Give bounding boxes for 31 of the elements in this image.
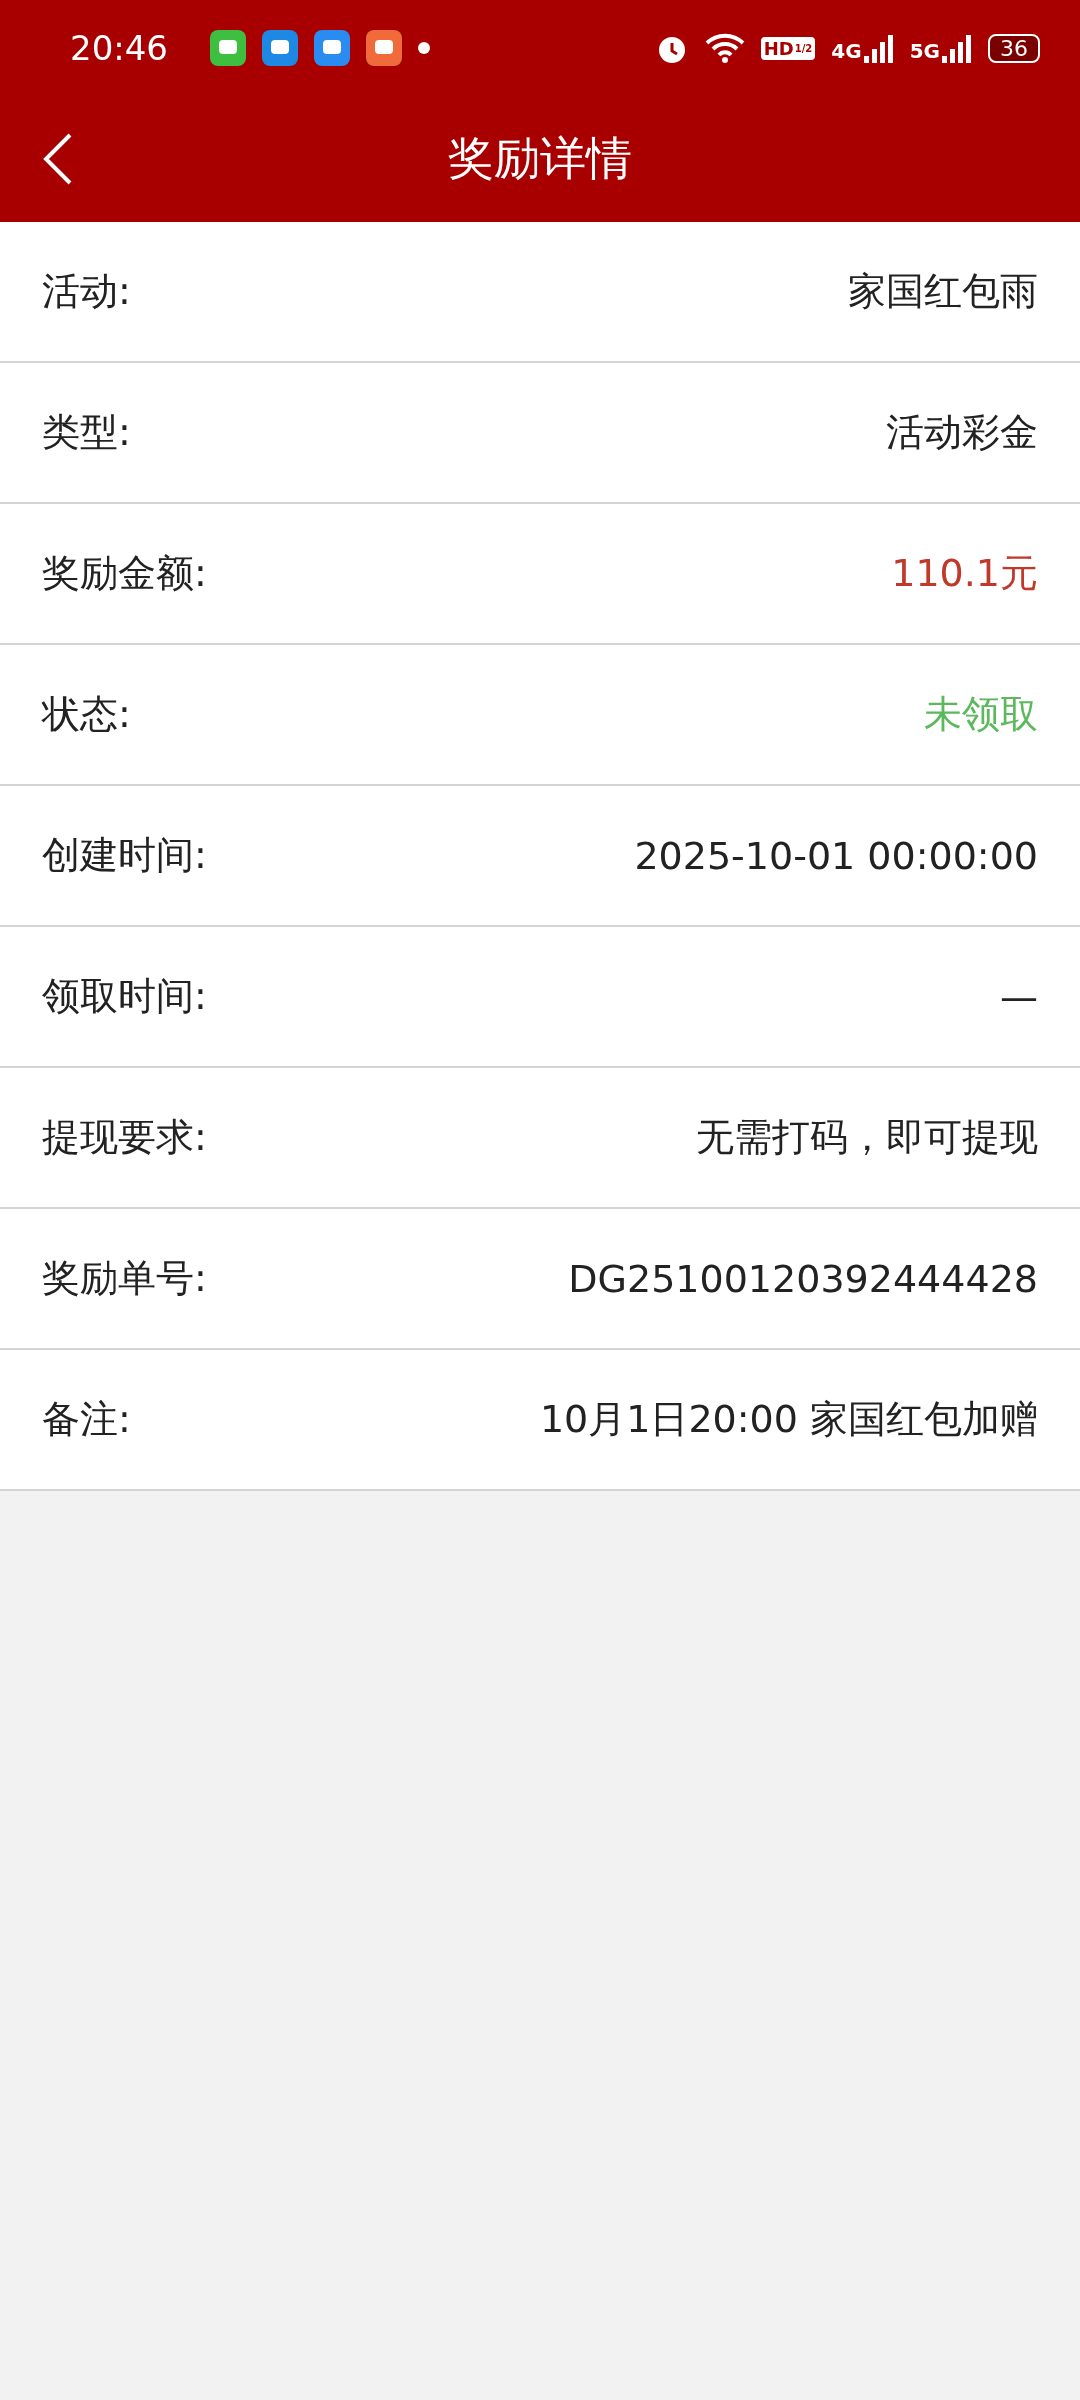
dot-icon <box>418 42 430 54</box>
row-label: 创建时间: <box>42 832 207 879</box>
row-value: 2025-10-01 00:00:00 <box>634 833 1038 878</box>
network-label: 5G <box>909 39 940 63</box>
network-label: 4G <box>831 39 862 63</box>
row-label: 提现要求: <box>42 1114 207 1161</box>
app-icon <box>314 30 350 66</box>
battery-icon: 36 <box>988 33 1040 63</box>
row-value: 未领取 <box>924 691 1038 738</box>
row-value: 110.1元 <box>891 550 1038 597</box>
row-value: — <box>1000 974 1038 1019</box>
row-value: 活动彩金 <box>886 409 1038 456</box>
row-label: 奖励单号: <box>42 1255 207 1302</box>
app-icon <box>210 30 246 66</box>
row-value: 10月1日20:00 家国红包加赠 <box>539 1396 1038 1443</box>
page-title: 奖励详情 <box>448 130 632 187</box>
row-label: 状态: <box>42 691 131 738</box>
row-value: DG25100120392444428 <box>568 1256 1038 1301</box>
row-label: 领取时间: <box>42 973 207 1020</box>
row-label: 备注: <box>42 1396 131 1443</box>
app-icon <box>262 30 298 66</box>
signal-icon <box>863 33 894 63</box>
row-label: 奖励金额: <box>42 550 207 597</box>
wifi-icon <box>704 32 745 64</box>
row-label: 类型: <box>42 409 131 456</box>
row-label: 活动: <box>42 268 131 315</box>
signal-icon <box>942 33 972 63</box>
row-value: 无需打码，即可提现 <box>696 1114 1038 1161</box>
status-time: 20:46 <box>70 28 168 68</box>
app-icon <box>366 30 402 66</box>
row-value: 家国红包雨 <box>848 268 1038 315</box>
